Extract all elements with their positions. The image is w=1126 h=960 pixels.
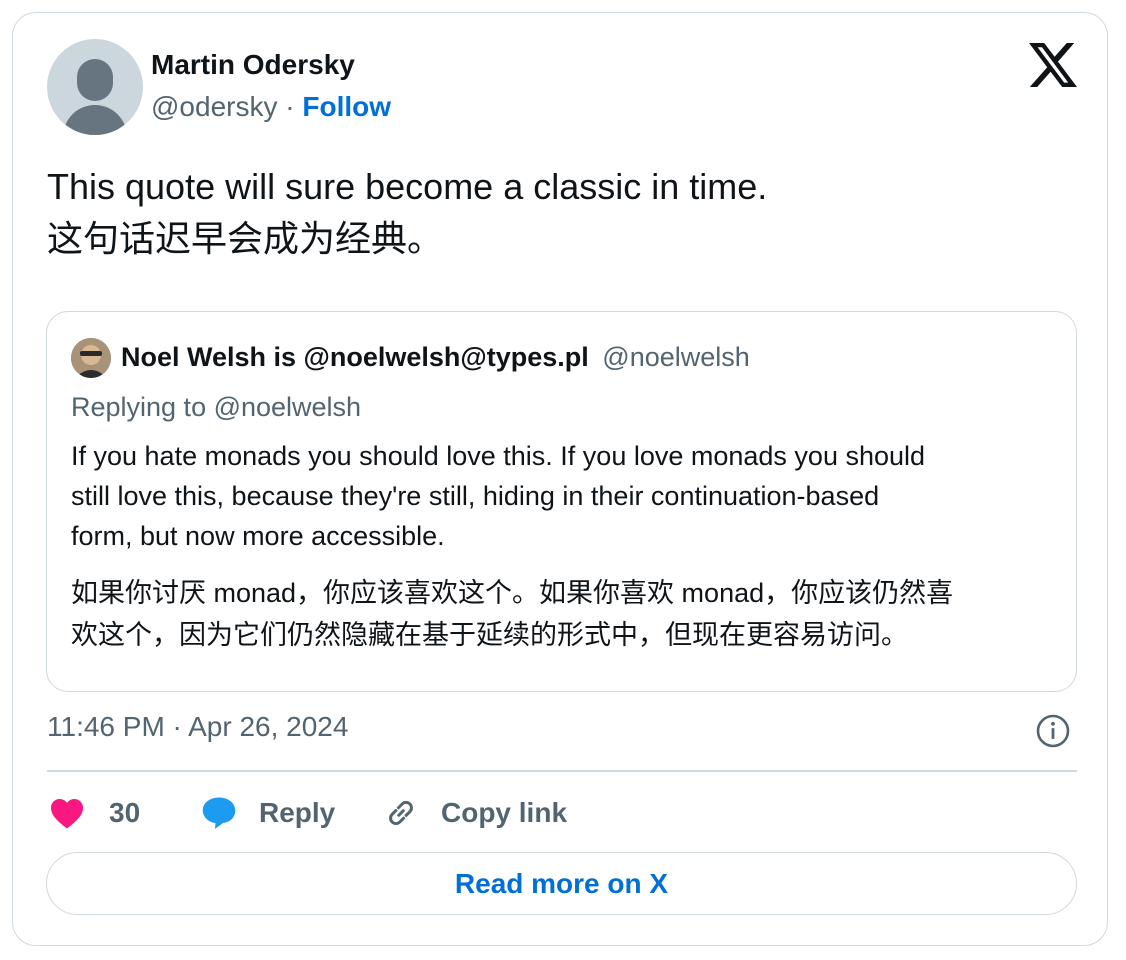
speech-bubble-icon xyxy=(202,797,236,829)
quoted-body-line: If you hate monads you should love this.… xyxy=(71,441,926,471)
quoted-body-line: still love this, because they're still, … xyxy=(71,481,880,511)
quoted-header: Noel Welsh is @noelwelsh@types.pl @noelw… xyxy=(121,342,750,373)
info-icon[interactable] xyxy=(1035,713,1071,749)
quoted-tweet[interactable]: Noel Welsh is @noelwelsh@types.pl @noelw… xyxy=(46,311,1077,692)
divider xyxy=(47,770,1077,772)
avatar-head-shape xyxy=(77,59,113,101)
link-icon xyxy=(389,800,413,826)
quoted-body-zh-line: 如果你讨厌 monad，你应该喜欢这个。如果你喜欢 monad，你应该仍然喜 xyxy=(71,578,954,608)
tweet-text: This quote will sure become a classic in… xyxy=(47,161,1067,265)
replying-to-label: Replying to @noelwelsh xyxy=(71,392,362,422)
like-button[interactable]: 30 xyxy=(49,791,140,835)
quoted-body-line: form, but now more accessible. xyxy=(71,521,445,551)
author-avatar[interactable] xyxy=(47,39,143,135)
meta-separator: · xyxy=(285,91,295,122)
tweet-text-line-zh: 这句话迟早会成为经典。 xyxy=(47,218,444,259)
copy-link-button[interactable]: Copy link xyxy=(383,791,567,835)
quoted-body-en: If you hate monads you should love this.… xyxy=(71,436,1061,556)
reply-label: Reply xyxy=(259,797,336,828)
like-count: 30 xyxy=(109,797,141,828)
heart-icon xyxy=(51,799,83,829)
author-name[interactable]: Martin Odersky xyxy=(151,49,355,81)
quoted-author-avatar[interactable] xyxy=(71,338,111,378)
x-logo-icon[interactable] xyxy=(1029,43,1077,87)
tweet-timestamp[interactable]: 11:46 PM · Apr 26, 2024 xyxy=(47,711,348,743)
follow-link[interactable]: Follow xyxy=(302,91,391,122)
author-meta-line: @odersky · Follow xyxy=(151,91,391,123)
quoted-author-name[interactable]: Noel Welsh is @noelwelsh@types.pl xyxy=(121,342,589,372)
avatar-shoulders-shape xyxy=(63,105,127,135)
tweet-text-line-en: This quote will sure become a classic in… xyxy=(47,166,768,207)
quoted-author-handle[interactable]: @noelwelsh xyxy=(602,342,750,372)
author-handle[interactable]: @odersky xyxy=(151,91,277,122)
copy-link-label: Copy link xyxy=(441,797,568,828)
quoted-avatar-photo-icon xyxy=(71,338,111,378)
read-more-button[interactable]: Read more on X xyxy=(46,852,1077,915)
reply-button[interactable]: Reply xyxy=(201,791,335,835)
quoted-body-zh: 如果你讨厌 monad，你应该喜欢这个。如果你喜欢 monad，你应该仍然喜 欢… xyxy=(71,572,1061,656)
quoted-body-zh-line: 欢这个，因为它们仍然隐藏在基于延续的形式中，但现在更容易访问。 xyxy=(71,620,908,650)
tweet-card: Martin Odersky @odersky · Follow This qu… xyxy=(12,12,1108,946)
